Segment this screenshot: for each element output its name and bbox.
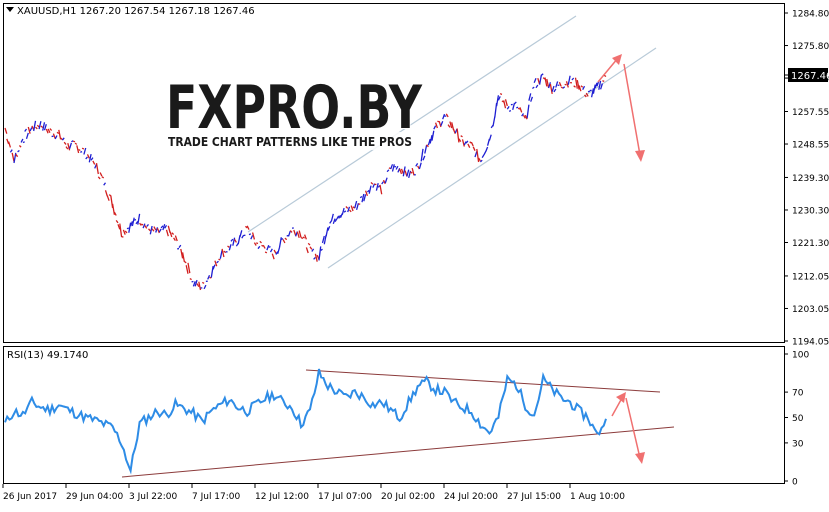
rsi-panel-frame xyxy=(4,347,785,484)
rsi-tick-label: 100 xyxy=(792,351,809,361)
price-tick-label: 1230.30 xyxy=(792,206,829,216)
price-bar xyxy=(565,84,567,85)
price-tick-label: 1248.55 xyxy=(792,141,829,151)
time-tick-label: 29 Jun 04:00 xyxy=(66,492,123,502)
time-tick-label: 26 Jun 2017 xyxy=(3,492,57,502)
price-bar xyxy=(256,243,258,244)
current-price-label: 1267.46 xyxy=(791,71,829,82)
price-bar xyxy=(219,259,221,260)
price-bar xyxy=(73,141,75,142)
price-tick-label: 1212.05 xyxy=(792,272,829,282)
price-bar xyxy=(122,237,124,238)
price-bar xyxy=(588,91,590,92)
chart-canvas: 1194.05 1203.05 1212.05 1221.30 1230.30 1239.… xyxy=(0,0,829,508)
price-bar xyxy=(516,107,518,108)
price-bar xyxy=(134,220,136,221)
price-bar xyxy=(79,150,81,151)
time-tick-label: 17 Jul 07:00 xyxy=(318,492,372,502)
price-tick-label: 1239.30 xyxy=(792,174,829,184)
current-price-tag: 1267.46 xyxy=(784,68,829,82)
price-bar xyxy=(500,94,502,95)
time-tick-label: 7 Jul 17:00 xyxy=(192,492,241,502)
watermark-logo: FXPRO.BY TRADE CHART PATTERNS LIKE THE P… xyxy=(166,73,423,150)
symbol-label-group: XAUUSD,H1 1267.20 1267.54 1267.18 1267.4… xyxy=(6,6,255,17)
rsi-label: RSI(13) 49.1740 xyxy=(7,350,88,361)
price-tick-label: 1221.30 xyxy=(792,239,829,249)
chart-window: 1194.05 1203.05 1212.05 1221.30 1230.30 1239.… xyxy=(0,0,829,508)
watermark-tagline: TRADE CHART PATTERNS LIKE THE PROS xyxy=(168,135,412,149)
rsi-tick-label: 0 xyxy=(792,478,798,488)
price-bar xyxy=(190,279,192,280)
price-axis: 1194.05 1203.05 1212.05 1221.30 1230.30 1239.… xyxy=(784,10,829,348)
rsi-tick-label: 70 xyxy=(792,389,804,399)
rsi-tick-label: 30 xyxy=(792,439,804,449)
price-bar xyxy=(265,252,267,253)
price-tick-label: 1284.80 xyxy=(792,10,829,20)
time-tick-label: 1 Aug 10:00 xyxy=(570,492,625,502)
time-axis: 26 Jun 2017 29 Jun 04:00 3 Jul 22:00 7 Jul … xyxy=(3,484,625,502)
price-bar xyxy=(509,111,511,112)
symbol-label: XAUUSD,H1 1267.20 1267.54 1267.18 1267.4… xyxy=(17,6,255,17)
price-bar xyxy=(127,228,129,229)
price-tick-label: 1257.55 xyxy=(792,108,829,118)
price-bar xyxy=(602,81,604,82)
price-panel-frame xyxy=(4,4,785,343)
price-bar xyxy=(141,224,143,225)
rsi-axis: 0 30 50 70 100 xyxy=(784,351,809,488)
price-bar xyxy=(82,148,84,149)
price-bar xyxy=(80,152,82,153)
time-tick-label: 24 Jul 20:00 xyxy=(444,492,498,502)
price-bar xyxy=(281,239,283,240)
price-bar xyxy=(23,142,25,143)
price-bar xyxy=(303,237,305,238)
price-tick-label: 1203.05 xyxy=(792,305,829,315)
time-tick-label: 12 Jul 12:00 xyxy=(255,492,309,502)
price-bar xyxy=(249,234,251,235)
price-tick-label: 1194.05 xyxy=(792,338,829,348)
time-tick-label: 3 Jul 22:00 xyxy=(129,492,178,502)
price-bar xyxy=(202,282,204,283)
time-tick-label: 20 Jul 02:00 xyxy=(381,492,435,502)
time-tick-label: 27 Jul 15:00 xyxy=(507,492,561,502)
price-tick-label: 1275.80 xyxy=(792,42,829,52)
price-bar xyxy=(269,247,271,248)
rsi-tick-label: 50 xyxy=(792,414,804,424)
